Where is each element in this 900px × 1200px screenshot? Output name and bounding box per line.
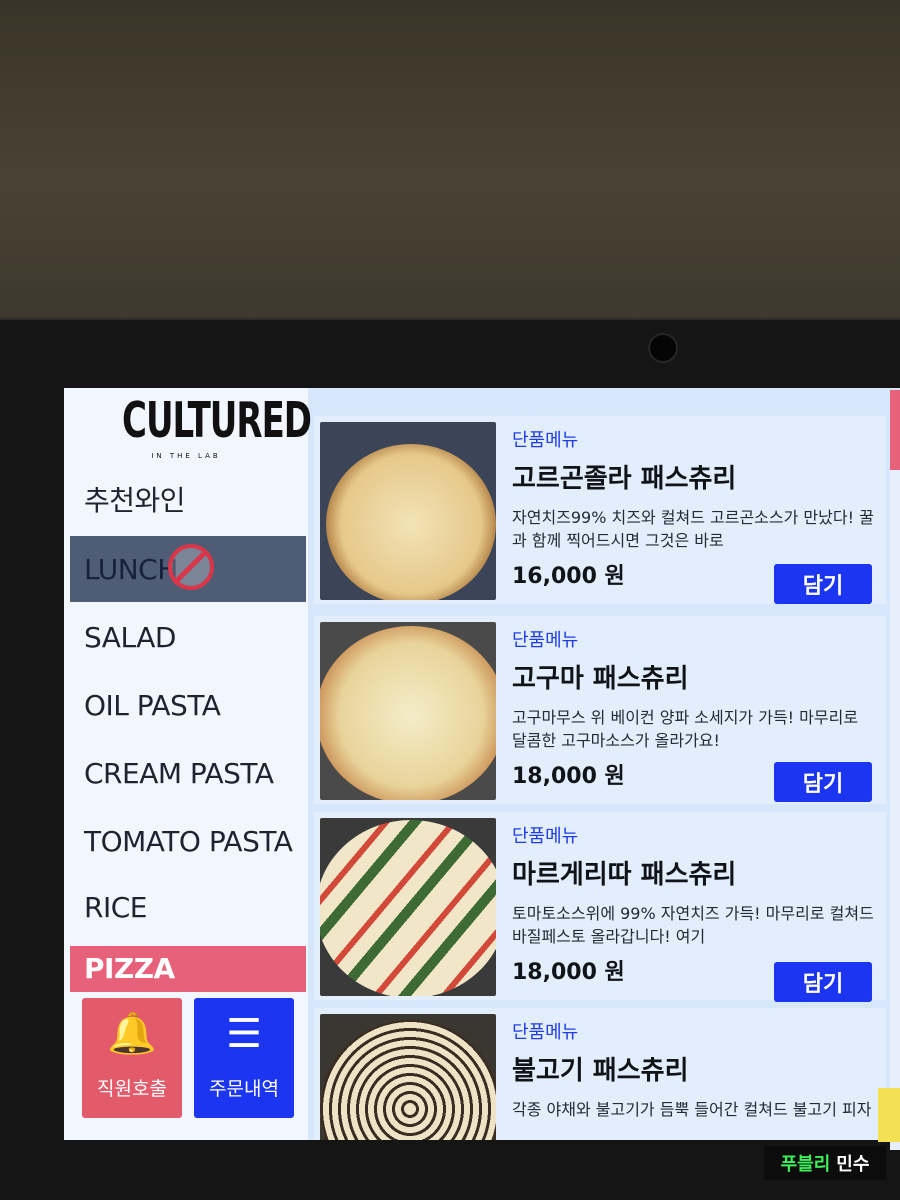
menu-item-tag: 단품메뉴: [512, 430, 579, 451]
order-history-button[interactable]: ☰ 주문내역: [194, 998, 294, 1118]
menu-item-price: 16,000 원: [512, 564, 625, 589]
menu-item-tag: 단품메뉴: [512, 826, 579, 847]
category-pizza[interactable]: PIZZA: [70, 946, 306, 992]
menu-item-name: 고르곤졸라 패스츄리: [512, 464, 737, 494]
category-tomato-pasta[interactable]: TOMATO PASTA: [70, 808, 306, 874]
adjacent-panel-pink: [890, 390, 900, 470]
kiosk-screen: CULTURED IN THE LAB 추천와인 LUNCH SALAD OIL…: [64, 388, 900, 1140]
category-salad[interactable]: SALAD: [70, 604, 306, 670]
menu-item-tag: 단품메뉴: [512, 630, 579, 651]
category-label: SALAD: [84, 620, 176, 654]
category-label: OIL PASTA: [84, 688, 221, 722]
menu-item-margherita[interactable]: 단품메뉴 마르게리따 패스츄리 토마토소스위에 99% 자연치즈 가득! 마무리…: [314, 812, 886, 1002]
menu-item-name: 마르게리따 패스츄리: [512, 860, 737, 890]
menu-item-photo: [320, 422, 496, 600]
category-label: TOMATO PASTA: [84, 824, 293, 858]
menu-item-description: 고구마무스 위 베이컨 양파 소세지가 가득! 마무리로 달콤한 고구마소스가 …: [512, 708, 859, 750]
menu-item-gorgonzola[interactable]: 단품메뉴 고르곤졸라 패스츄리 자연치즈99% 치즈와 컬쳐드 고르곤소스가 만…: [314, 416, 886, 604]
menu-item-photo: [320, 622, 496, 800]
category-lunch[interactable]: LUNCH: [70, 536, 306, 602]
category-sidebar: CULTURED IN THE LAB 추천와인 LUNCH SALAD OIL…: [64, 388, 312, 1140]
watermark-green-text: 푸블리: [780, 1154, 831, 1175]
bell-icon: 🔔: [107, 1011, 157, 1057]
category-recommended-wine[interactable]: 추천와인: [70, 466, 306, 532]
category-rice[interactable]: RICE: [70, 874, 306, 940]
category-label: PIZZA: [84, 952, 175, 985]
no-entry-icon: [168, 544, 214, 590]
category-label: 추천와인: [84, 484, 186, 517]
menu-list: 단품메뉴 고르곤졸라 패스츄리 자연치즈99% 치즈와 컬쳐드 고르곤소스가 만…: [314, 410, 886, 1140]
wall-background: [0, 0, 900, 330]
menu-item-photo: [320, 818, 496, 996]
staff-call-button[interactable]: 🔔 직원호출: [82, 998, 182, 1118]
menu-item-description: 각종 야채와 불고기가 듬뿍 들어간 컬쳐드 불고기 피자: [512, 1100, 872, 1119]
menu-item-price: 18,000 원: [512, 764, 625, 789]
add-to-cart-button[interactable]: 담기: [774, 762, 872, 802]
menu-item-bulgogi[interactable]: 단품메뉴 불고기 패스츄리 각종 야채와 불고기가 듬뿍 들어간 컬쳐드 불고기…: [314, 1008, 886, 1140]
adjacent-panel-yellow: [878, 1088, 900, 1142]
menu-item-name: 불고기 패스츄리: [512, 1056, 689, 1086]
menu-item-photo: [320, 1014, 496, 1140]
category-label: LUNCH: [84, 552, 178, 586]
watermark: 푸블리 민수: [764, 1146, 886, 1180]
menu-item-description: 토마토소스위에 99% 자연치즈 가득! 마무리로 컬쳐드 바질페스토 올라갑니…: [512, 904, 874, 946]
menu-item-tag: 단품메뉴: [512, 1022, 579, 1043]
adjacent-panel-edge: [890, 390, 900, 1150]
watermark-white-text: 민수: [836, 1154, 870, 1175]
order-history-label: 주문내역: [209, 1078, 279, 1100]
menu-item-description: 자연치즈99% 치즈와 컬쳐드 고르곤소스가 만났다! 꿀과 함께 찍어드시면 …: [512, 508, 874, 550]
category-cream-pasta[interactable]: CREAM PASTA: [70, 740, 306, 806]
menu-item-price: 18,000 원: [512, 960, 625, 985]
add-to-cart-button[interactable]: 담기: [774, 962, 872, 1002]
menu-item-sweet-potato[interactable]: 단품메뉴 고구마 패스츄리 고구마무스 위 베이컨 양파 소세지가 가득! 마무…: [314, 616, 886, 804]
staff-call-label: 직원호출: [97, 1078, 167, 1100]
category-oil-pasta[interactable]: OIL PASTA: [70, 672, 306, 738]
category-label: CREAM PASTA: [84, 756, 274, 790]
logo-tagline: IN THE LAB: [151, 452, 221, 460]
camera-icon: [648, 333, 678, 363]
add-to-cart-button[interactable]: 담기: [774, 564, 872, 604]
logo-wordmark: CULTURED: [122, 392, 312, 450]
brand-logo: CULTURED IN THE LAB: [122, 392, 312, 466]
menu-item-name: 고구마 패스츄리: [512, 664, 689, 694]
receipt-icon: ☰: [226, 1011, 262, 1057]
category-label: RICE: [84, 890, 147, 924]
